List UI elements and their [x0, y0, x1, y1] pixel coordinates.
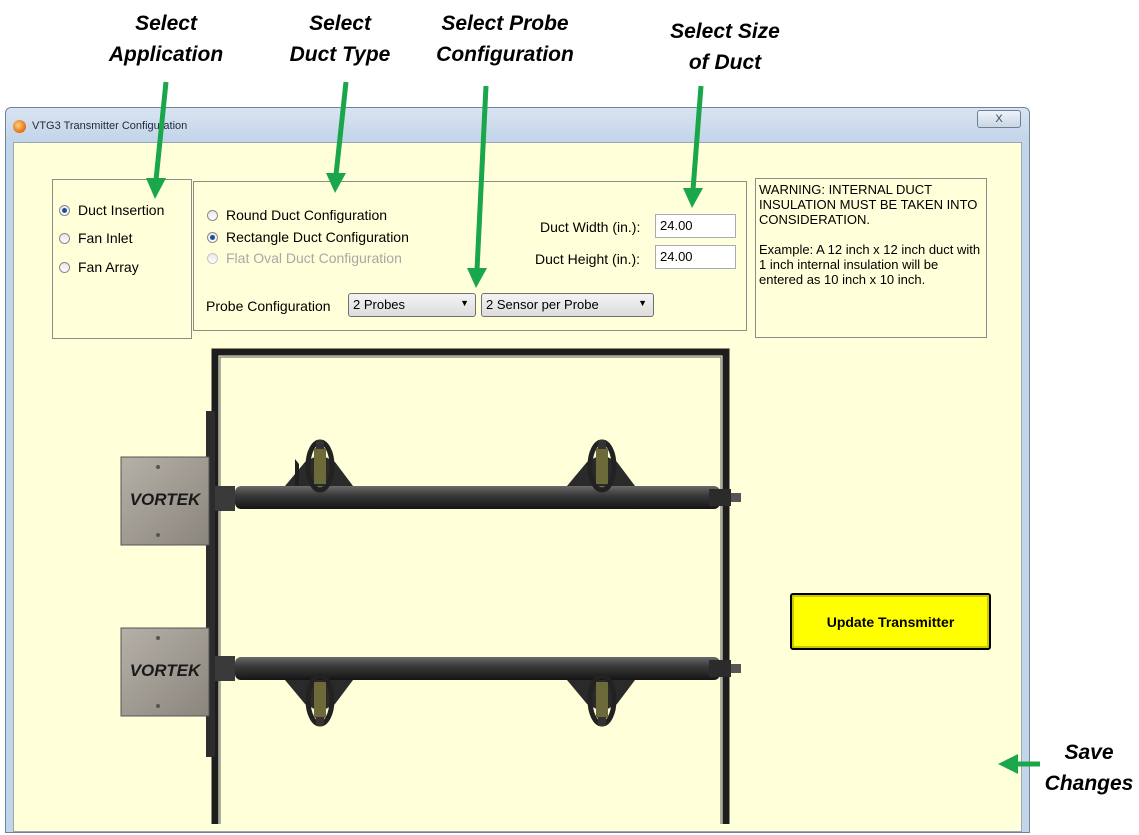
- duct-frame: [211, 348, 730, 824]
- insulation-warning: WARNING: INTERNAL DUCT INSULATION MUST B…: [755, 178, 987, 338]
- vortek-logo-top: VORTEK: [130, 490, 202, 509]
- app-icon: [13, 120, 26, 133]
- callout-select-application: Select Application: [108, 12, 224, 66]
- probe-bottom: [215, 656, 741, 727]
- callout-select-duct-type: Select Duct Type: [289, 12, 391, 66]
- sensor-bottom-2: [567, 673, 635, 727]
- sensor-bottom-1: [285, 673, 353, 727]
- vortek-logo-bottom: VORTEK: [130, 661, 202, 680]
- warning-example: Example: A 12 inch x 12 inch duct with 1…: [759, 242, 981, 287]
- radio-indicator: [59, 232, 70, 244]
- callout-select-size-of-duct: Select Size of Duct: [670, 20, 780, 74]
- warning-text: WARNING: INTERNAL DUCT INSULATION MUST B…: [759, 182, 978, 227]
- sensor-top-1: [285, 439, 353, 493]
- callout-select-probe-configuration: Select Probe Configuration: [436, 12, 574, 66]
- window-title: VTG3 Transmitter Configuration: [32, 120, 188, 132]
- transmitter-box-top: VORTEK: [120, 456, 210, 546]
- transmitter-box-bottom: VORTEK: [120, 627, 210, 717]
- radio-indicator: [59, 261, 70, 273]
- sensor-top-2: [567, 439, 635, 493]
- callout-save-changes: Save Changes: [1044, 741, 1134, 795]
- close-button[interactable]: X: [977, 110, 1021, 128]
- probe-top: [215, 439, 741, 511]
- radio-indicator-checked: [59, 204, 70, 216]
- title-bar[interactable]: VTG3 Transmitter Configuration X: [6, 108, 1029, 142]
- update-transmitter-button[interactable]: Update Transmitter: [790, 593, 991, 650]
- probe-diagram: VORTEK VORTEK: [120, 348, 741, 824]
